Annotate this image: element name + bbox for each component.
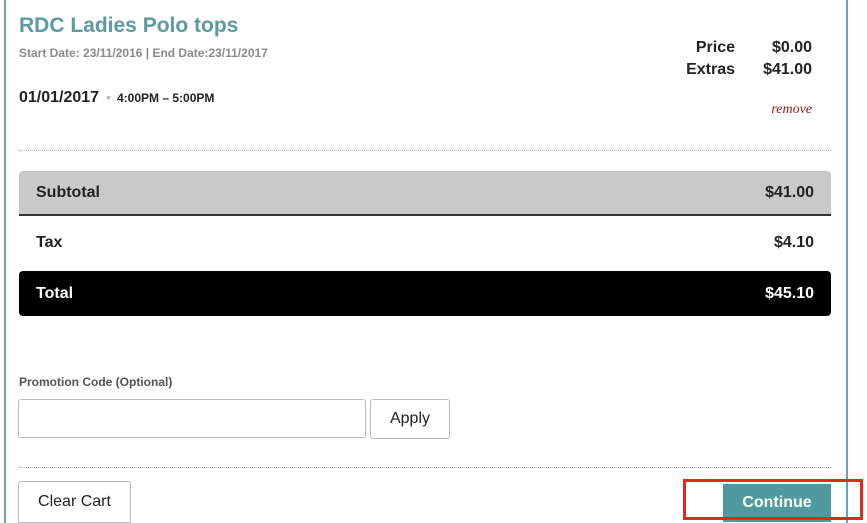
booking-date: 01/01/2017 (19, 89, 100, 106)
product-title[interactable]: RDC Ladies Polo tops (19, 14, 238, 38)
panel-left-border (4, 0, 6, 523)
divider (19, 150, 831, 151)
price-value: $0.00 (771, 39, 812, 56)
cart-panel: RDC Ladies Polo tops Start Date: 23/11/2… (0, 0, 867, 523)
subtotal-value: $41.00 (765, 183, 814, 201)
extras-row: Extras $41.00 (686, 59, 812, 81)
promo-code-input[interactable] (18, 399, 366, 438)
remove-link[interactable]: remove (771, 102, 812, 118)
apply-button[interactable]: Apply (370, 399, 450, 439)
total-value: $45.10 (765, 284, 814, 302)
booking-slot: 01/01/2017 • 4:00PM – 5:00PM (19, 89, 214, 107)
promo-code-label: Promotion Code (Optional) (19, 375, 173, 389)
product-date-range: Start Date: 23/11/2016 | End Date:23/11/… (19, 46, 268, 60)
booking-separator-dot: • (106, 89, 111, 105)
extras-value: $41.00 (763, 61, 812, 78)
clear-cart-button[interactable]: Clear Cart (18, 481, 131, 523)
price-block: Price $0.00 Extras $41.00 (686, 37, 812, 81)
booking-time: 4:00PM – 5:00PM (116, 91, 215, 105)
tax-label: Tax (36, 234, 63, 251)
subtotal-label: Subtotal (36, 183, 100, 201)
divider (19, 467, 831, 468)
tax-row: Tax $4.10 (19, 223, 831, 263)
subtotal-row: Subtotal $41.00 (19, 171, 831, 216)
panel-right-border (846, 0, 848, 523)
price-row: Price $0.00 (686, 37, 812, 59)
price-label: Price (695, 39, 735, 56)
extras-label: Extras (686, 61, 735, 78)
tax-value: $4.10 (773, 234, 814, 251)
total-row: Total $45.10 (19, 271, 831, 316)
total-label: Total (36, 284, 74, 302)
continue-button[interactable]: Continue (723, 484, 831, 522)
